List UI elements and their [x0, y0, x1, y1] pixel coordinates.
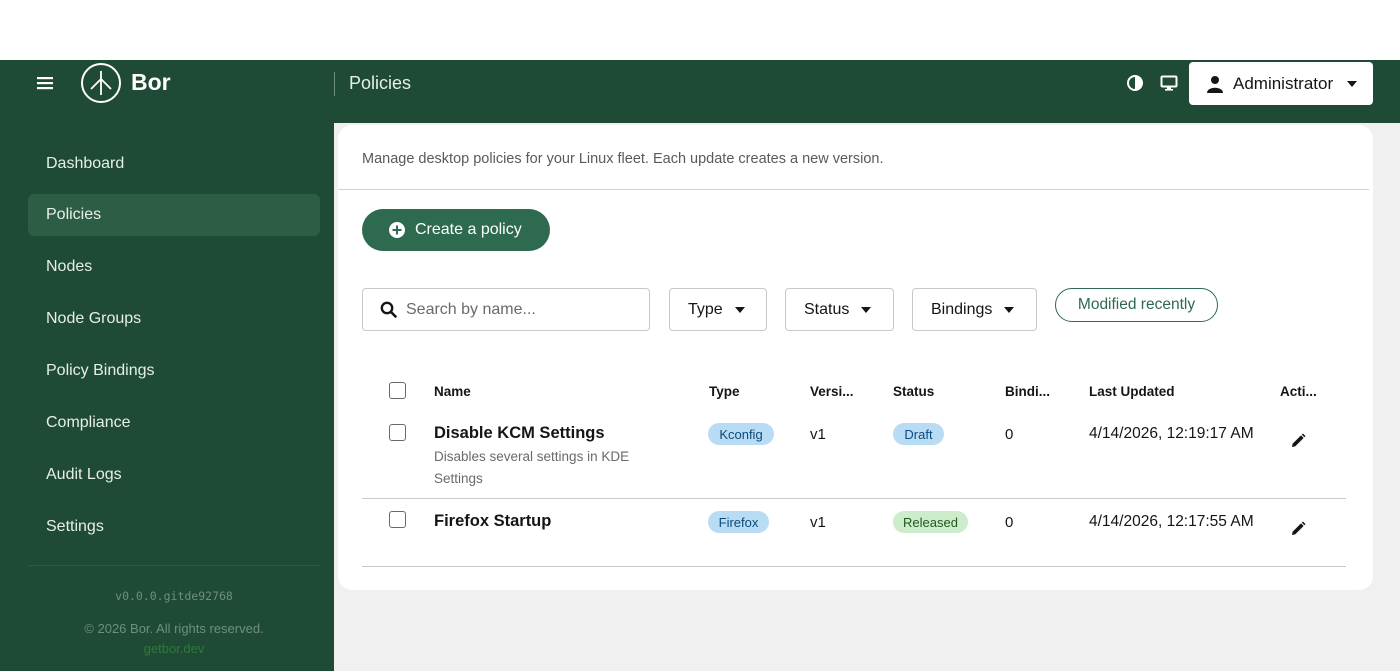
column-header-version[interactable]: Versi...: [810, 384, 854, 399]
copyright-text: © 2026 Bor. All rights reserved.: [84, 621, 264, 636]
sidebar-item-compliance[interactable]: Compliance: [28, 402, 320, 444]
app-name: Bor: [131, 69, 171, 95]
status-filter-dropdown[interactable]: Status: [785, 288, 894, 331]
select-all-checkbox[interactable]: [389, 382, 406, 399]
sidebar-item-dashboard[interactable]: Dashboard: [28, 143, 320, 185]
last-updated-cell: 4/14/2026, 12:19:17 AM: [1089, 425, 1254, 442]
theme-toggle-icon[interactable]: [1126, 74, 1144, 92]
version-label: v0.0.0.gitde92768: [115, 589, 233, 603]
status-filter-label: Status: [804, 300, 850, 318]
row-divider: [362, 498, 1346, 499]
create-policy-button[interactable]: Create a policy: [362, 209, 550, 251]
type-badge: Kconfig: [708, 423, 774, 445]
status-badge: Draft: [893, 423, 944, 445]
column-header-bindings[interactable]: Bindi...: [1005, 384, 1050, 399]
status-badge: Released: [893, 511, 968, 533]
description-divider: [338, 189, 1369, 190]
page-title: Policies: [349, 73, 412, 93]
column-header-name[interactable]: Name: [434, 384, 471, 399]
top-bar: Bor Policies Administrator: [0, 60, 1400, 123]
sidebar-item-settings[interactable]: Settings: [28, 506, 320, 548]
sidebar-item-audit-logs[interactable]: Audit Logs: [28, 454, 320, 496]
sidebar-divider: [28, 565, 320, 566]
type-filter-label: Type: [688, 300, 723, 318]
site-link[interactable]: getbor.dev: [0, 641, 348, 656]
column-header-type[interactable]: Type: [709, 384, 740, 399]
chevron-down-icon: [1347, 80, 1358, 87]
policy-name-link[interactable]: Firefox Startup: [434, 512, 551, 531]
row-divider: [362, 566, 1346, 567]
policy-name-link[interactable]: Disable KCM Settings: [434, 424, 605, 443]
user-icon: [1207, 75, 1223, 93]
header-divider: [334, 72, 335, 96]
bindings-cell: 0: [1005, 426, 1014, 443]
sidebar-item-node-groups[interactable]: Node Groups: [28, 298, 320, 340]
bindings-filter-label: Bindings: [931, 300, 993, 318]
row-checkbox[interactable]: [389, 511, 406, 528]
edit-icon[interactable]: [1290, 521, 1306, 537]
search-icon: [380, 301, 397, 318]
sidebar: Dashboard Policies Nodes Node Groups Pol…: [0, 123, 334, 671]
column-header-last-updated[interactable]: Last Updated: [1089, 384, 1175, 399]
page-description: Manage desktop policies for your Linux f…: [362, 151, 884, 167]
user-menu-button[interactable]: Administrator: [1189, 62, 1373, 105]
row-checkbox[interactable]: [389, 424, 406, 441]
column-header-status[interactable]: Status: [893, 384, 934, 399]
search-box: [362, 288, 650, 331]
sidebar-item-nodes[interactable]: Nodes: [28, 246, 320, 288]
search-input[interactable]: [406, 300, 636, 319]
sidebar-item-policies[interactable]: Policies: [28, 194, 320, 236]
create-policy-label: Create a policy: [415, 221, 522, 238]
column-header-actions: Acti...: [1280, 384, 1317, 399]
type-badge: Firefox: [708, 511, 769, 533]
version-cell: v1: [810, 514, 826, 531]
sidebar-item-policy-bindings[interactable]: Policy Bindings: [28, 350, 320, 392]
sort-chip[interactable]: Modified recently: [1055, 288, 1218, 322]
bindings-filter-dropdown[interactable]: Bindings: [912, 288, 1037, 331]
edit-icon[interactable]: [1290, 433, 1306, 449]
chevron-down-icon: [734, 306, 745, 313]
hamburger-menu-icon[interactable]: [36, 74, 54, 92]
type-filter-dropdown[interactable]: Type: [669, 288, 767, 331]
plus-circle-icon: [389, 222, 405, 238]
user-menu-label: Administrator: [1233, 73, 1334, 93]
bindings-cell: 0: [1005, 514, 1014, 531]
version-cell: v1: [810, 426, 826, 443]
policy-description: Disables several settings in KDE Setting…: [434, 449, 630, 486]
monitor-icon[interactable]: [1160, 74, 1178, 92]
last-updated-cell: 4/14/2026, 12:17:55 AM: [1089, 513, 1254, 530]
logo-icon: [81, 63, 121, 103]
chevron-down-icon: [861, 306, 872, 313]
chevron-down-icon: [1004, 306, 1015, 313]
